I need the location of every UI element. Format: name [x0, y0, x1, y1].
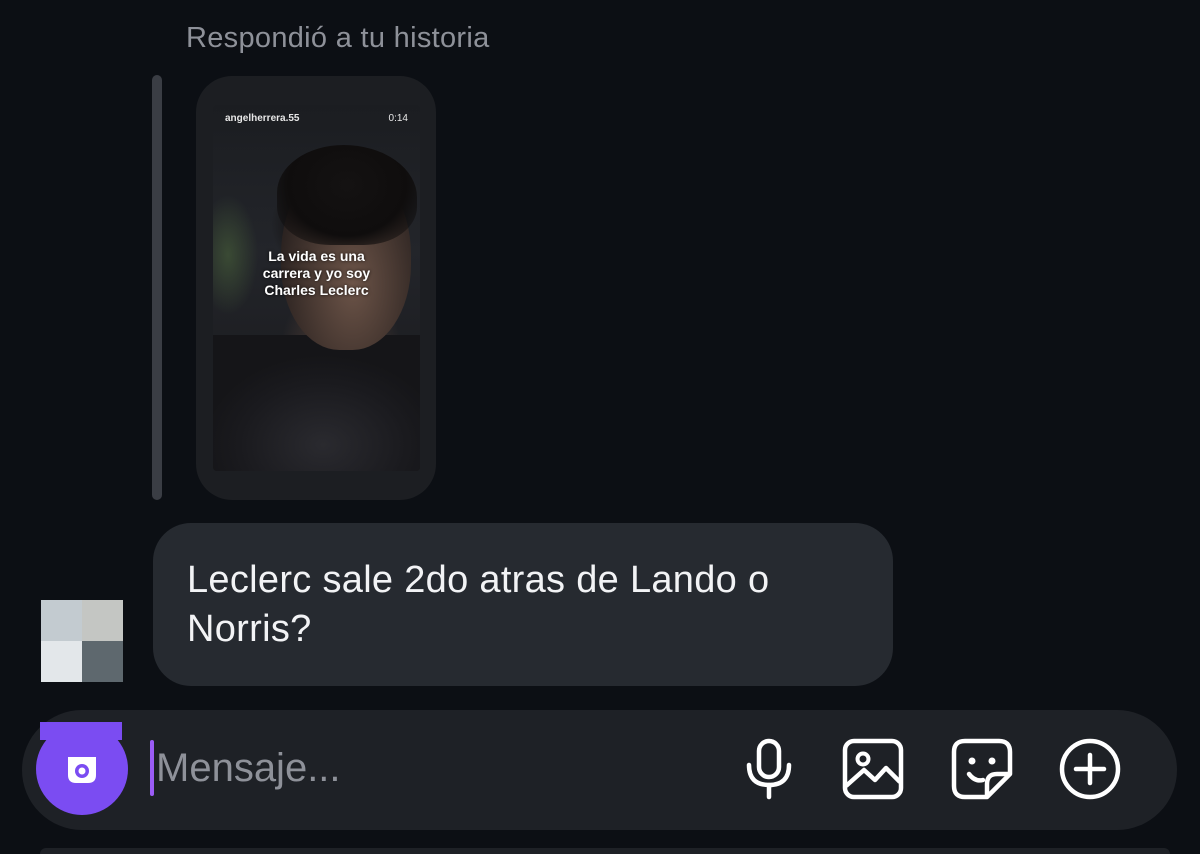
voice-message-button[interactable]	[737, 737, 801, 801]
sender-avatar[interactable]	[41, 600, 123, 682]
dm-thread-screen: Respondió a tu historia angelherrera.55 …	[0, 0, 1200, 854]
more-options-button[interactable]	[1058, 737, 1122, 801]
avatar-pixel	[82, 641, 123, 682]
message-input[interactable]	[156, 740, 696, 796]
sticker-button[interactable]	[950, 737, 1014, 801]
message-text: Leclerc sale 2do atras de Lando o Norris…	[187, 559, 770, 650]
sticker-icon	[951, 738, 1013, 800]
story-caption: La vida es una carrera y yo soy Charles …	[262, 248, 371, 298]
avatar-pixel	[41, 600, 82, 641]
avatar-pixel	[41, 641, 82, 682]
story-thumbnail[interactable]: angelherrera.55 0:14 La vida es una carr…	[213, 105, 420, 471]
reply-quote-bar	[152, 75, 162, 500]
story-reply-context-label: Respondió a tu historia	[186, 22, 490, 54]
camera-button[interactable]	[36, 723, 128, 815]
avatar-pixel	[82, 600, 123, 641]
message-bubble[interactable]: Leclerc sale 2do atras de Lando o Norris…	[153, 523, 893, 686]
story-photo-shirt	[213, 335, 420, 471]
microphone-icon	[746, 738, 792, 800]
camera-icon	[68, 757, 96, 783]
add-icon	[1059, 738, 1121, 800]
text-cursor	[150, 740, 154, 796]
story-timestamp: 0:14	[388, 113, 408, 124]
story-username: angelherrera.55	[225, 113, 300, 124]
gallery-icon	[842, 738, 904, 800]
keyboard-edge	[40, 848, 1170, 854]
gallery-button[interactable]	[841, 737, 905, 801]
story-photo-hair	[277, 145, 417, 245]
